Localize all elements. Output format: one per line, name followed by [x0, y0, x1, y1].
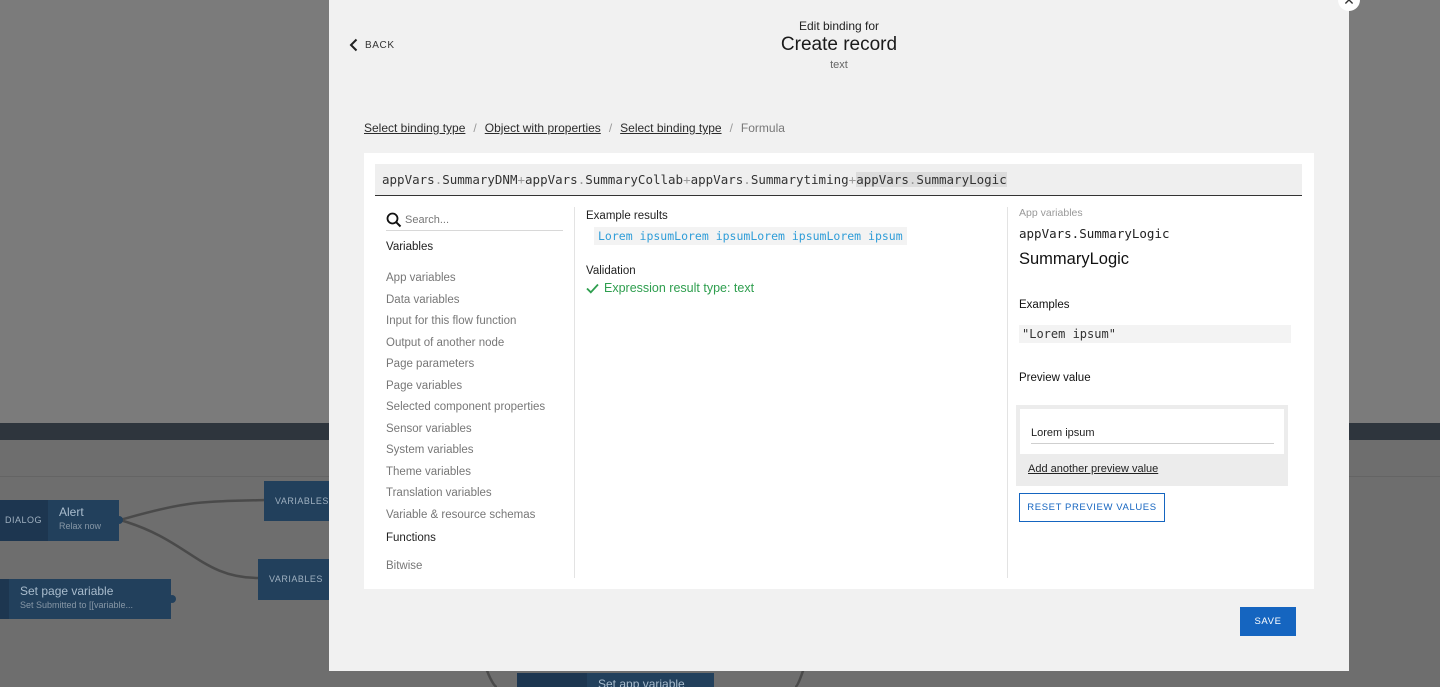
node-port[interactable] [115, 516, 123, 524]
preview-value-input[interactable] [1031, 422, 1274, 444]
formula-editor-panel: appVars.SummaryDNM+appVars.SummaryCollab… [364, 153, 1314, 589]
node-subtitle: Set Submitted to [[variable... [20, 600, 134, 610]
variable-category-sensor-variables[interactable]: Sensor variables [386, 419, 545, 441]
breadcrumb-separator: / [608, 121, 613, 135]
validation-text: Expression result type: text [604, 281, 755, 295]
node-type-label: VARIABLES [269, 574, 323, 584]
variable-category-app-variables[interactable]: App variables [386, 268, 545, 290]
search-field[interactable] [386, 210, 563, 231]
formula-input[interactable]: appVars.SummaryDNM+appVars.SummaryCollab… [375, 164, 1302, 196]
variables-heading: Variables [386, 241, 434, 253]
node-port[interactable] [168, 595, 176, 603]
page-title: Create record [780, 34, 898, 55]
example-results-heading: Example results [586, 210, 668, 222]
breadcrumb-select-binding-type-2[interactable]: Select binding type [620, 121, 721, 135]
variable-category-data-variables[interactable]: Data variables [386, 290, 545, 312]
node-title: Set page variable [20, 584, 114, 598]
node-subtitle: Relax now [59, 521, 102, 531]
breadcrumb-current: Formula [740, 121, 785, 135]
variable-category-resource-schemas[interactable]: Variable & resource schemas [386, 505, 545, 527]
breadcrumb: Select binding type / Object with proper… [364, 121, 785, 135]
flow-node-variables-1[interactable]: VARIABLES [264, 481, 329, 521]
variable-browser: Variables App variables Data variables I… [364, 207, 575, 578]
examples-heading: Examples [1019, 299, 1070, 311]
search-input[interactable] [405, 214, 555, 226]
variable-name: SummaryLogic [1019, 250, 1130, 268]
breadcrumb-separator: / [473, 121, 477, 135]
breadcrumb-separator: / [729, 121, 733, 135]
variable-category-output-another-node[interactable]: Output of another node [386, 333, 545, 355]
breadcrumb-object-with-properties[interactable]: Object with properties [485, 121, 601, 135]
modal-header: Edit binding for Create record text [329, 19, 1349, 71]
flow-node-set-page-variable[interactable]: Set page variable Set Submitted to [[var… [0, 579, 171, 619]
node-type-label: DIALOG [5, 515, 43, 525]
validation-status: Expression result type: text [586, 281, 754, 295]
variable-details: App variables appVars.SummaryLogic Summa… [1008, 207, 1314, 578]
variable-category-page-parameters[interactable]: Page parameters [386, 354, 545, 376]
node-title: Alert [59, 505, 84, 519]
functions-heading: Functions [386, 532, 436, 544]
header-type: text [830, 59, 848, 71]
flow-node-dialog[interactable]: DIALOG Alert Relax now [0, 500, 119, 541]
breadcrumb-select-binding-type[interactable]: Select binding type [364, 121, 465, 135]
close-icon: ✕ [1343, 0, 1355, 9]
search-icon [386, 212, 402, 228]
variable-path: appVars.SummaryLogic [1019, 226, 1170, 241]
flow-node-set-app-variable[interactable]: Set app variable [517, 673, 714, 687]
variable-category-system-variables[interactable]: System variables [386, 440, 545, 462]
variable-category-theme-variables[interactable]: Theme variables [386, 462, 545, 484]
variable-category-label: App variables [1019, 207, 1083, 219]
example-value: "Lorem ipsum" [1019, 325, 1291, 343]
variable-category-page-variables[interactable]: Page variables [386, 376, 545, 398]
result-column: Example results Lorem ipsumLorem ipsumLo… [575, 207, 1008, 578]
flow-node-variables-2[interactable]: VARIABLES [258, 559, 329, 600]
preview-value-heading: Preview value [1019, 372, 1091, 384]
validation-heading: Validation [586, 265, 636, 277]
preview-value-box: Add another preview value [1016, 405, 1288, 486]
checkmark-icon [586, 283, 599, 294]
variable-category-input-flow-function[interactable]: Input for this flow function [386, 311, 545, 333]
binding-editor-modal: BACK Edit binding for Create record text… [329, 0, 1349, 671]
node-title: Set app variable [598, 677, 685, 687]
variable-category-translation-variables[interactable]: Translation variables [386, 483, 545, 505]
header-pretitle: Edit binding for [798, 19, 880, 33]
function-category-bitwise[interactable]: Bitwise [386, 560, 422, 572]
formula-selected-token: appVars.SummaryLogic [856, 172, 1007, 187]
variable-category-list: App variables Data variables Input for t… [386, 268, 545, 526]
save-button[interactable]: SAVE [1240, 607, 1296, 636]
node-type-label: VARIABLES [275, 496, 329, 506]
variable-category-selected-component[interactable]: Selected component properties [386, 397, 545, 419]
add-preview-value-link[interactable]: Add another preview value [1028, 463, 1158, 475]
example-result-value: Lorem ipsumLorem ipsumLorem ipsumLorem i… [594, 227, 907, 245]
preview-input-container [1020, 409, 1284, 454]
reset-preview-values-button[interactable]: RESET PREVIEW VALUES [1019, 493, 1165, 522]
